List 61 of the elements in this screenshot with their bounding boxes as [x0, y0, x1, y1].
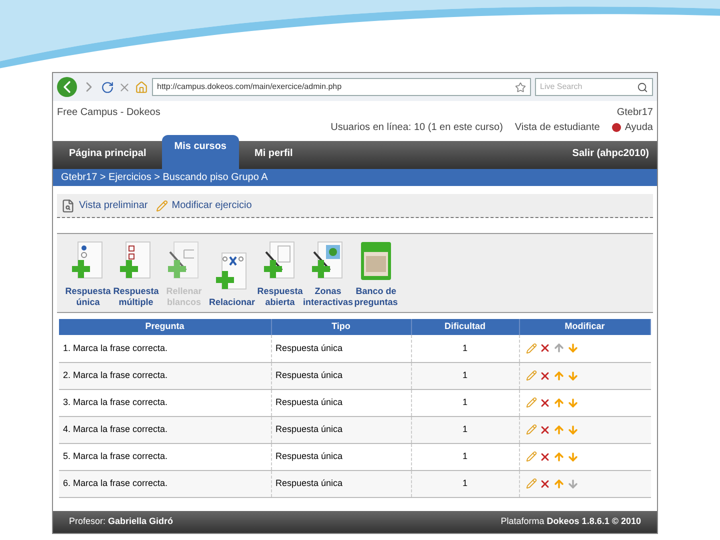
star-icon[interactable] [515, 82, 526, 92]
move-down-icon[interactable] [566, 478, 578, 490]
move-down-icon[interactable] [566, 370, 578, 382]
nav-tab[interactable]: Mis cursos [162, 135, 238, 169]
preview-icon [61, 198, 75, 212]
table-cell: 1 [411, 389, 519, 416]
pencil-icon [156, 200, 168, 212]
logout-link[interactable]: Salir (ahpc2010) [572, 146, 649, 169]
table-cell: Respuesta única [271, 443, 411, 470]
move-down-icon[interactable] [566, 342, 578, 354]
home-icon[interactable] [135, 80, 148, 94]
question-type-button[interactable]: Respuesta única [65, 240, 111, 308]
stop-icon[interactable] [118, 80, 131, 94]
course-code: Gtebr17 [616, 106, 653, 120]
question-type-button[interactable]: Relacionar [209, 251, 255, 308]
table-cell: 1 [411, 416, 519, 443]
move-up-icon[interactable] [552, 342, 564, 354]
table-cell: 1. Marca la frase correcta. [59, 335, 271, 362]
online-users: Usuarios en línea: 10 (1 en este curso) [330, 121, 503, 135]
table-cell: 5. Marca la frase correcta. [59, 443, 271, 470]
question-type-button[interactable]: Banco de preguntas [353, 240, 399, 308]
breadcrumb: Gtebr17 > Ejercicios > Buscando piso Grupo A [53, 169, 657, 186]
table-cell: 2. Marca la frase correcta. [59, 362, 271, 389]
address-field[interactable]: http://campus.dokeos.com/main/exercice/admin.php [152, 78, 531, 96]
delete-icon[interactable] [538, 424, 550, 436]
delete-icon[interactable] [538, 450, 550, 462]
delete-icon[interactable] [538, 478, 550, 490]
question-type-button[interactable]: Zonas interactivas [305, 240, 351, 308]
table-cell: Respuesta única [271, 362, 411, 389]
move-down-icon[interactable] [566, 396, 578, 408]
question-type-button[interactable]: Respuesta múltiple [113, 240, 159, 308]
nav-tab[interactable]: Mi perfil [246, 146, 301, 169]
action-link[interactable]: Modificar ejercicio [156, 198, 252, 213]
table-cell: 1 [411, 335, 519, 362]
table-cell: Respuesta única [271, 335, 411, 362]
nav-tab[interactable]: Página principal [61, 146, 154, 169]
site-title: Free Campus - Dokeos [57, 106, 160, 120]
table-cell: 1 [411, 443, 519, 470]
table-cell: 6. Marca la frase correcta. [59, 470, 271, 497]
action-link[interactable]: Vista preliminar [61, 198, 148, 213]
table-cell: Respuesta única [271, 470, 411, 497]
table-cell: Respuesta única [271, 416, 411, 443]
student-view-link[interactable]: Vista de estudiante [514, 120, 600, 135]
back-icon[interactable] [57, 77, 77, 97]
help-link[interactable]: Ayuda [612, 120, 653, 135]
table-cell: Respuesta única [271, 389, 411, 416]
delete-icon[interactable] [538, 342, 550, 354]
table-cell: 1 [411, 470, 519, 497]
delete-icon[interactable] [538, 396, 550, 408]
table-cell: 4. Marca la frase correcta. [59, 416, 271, 443]
refresh-icon[interactable] [101, 80, 114, 94]
cabinet-icon [359, 240, 393, 282]
move-down-icon[interactable] [566, 450, 578, 462]
question-type-button[interactable]: Respuesta abierta [257, 240, 303, 308]
move-down-icon[interactable] [566, 424, 578, 436]
search-icon[interactable] [637, 82, 648, 92]
platform-label: Plataforma Dokeos 1.8.6.1 © 2010 [500, 515, 641, 528]
delete-icon[interactable] [538, 370, 550, 382]
table-cell: 1 [411, 362, 519, 389]
table-cell: 3. Marca la frase correcta. [59, 389, 271, 416]
teacher-label: Profesor: Gabriella Gidró [69, 515, 174, 528]
